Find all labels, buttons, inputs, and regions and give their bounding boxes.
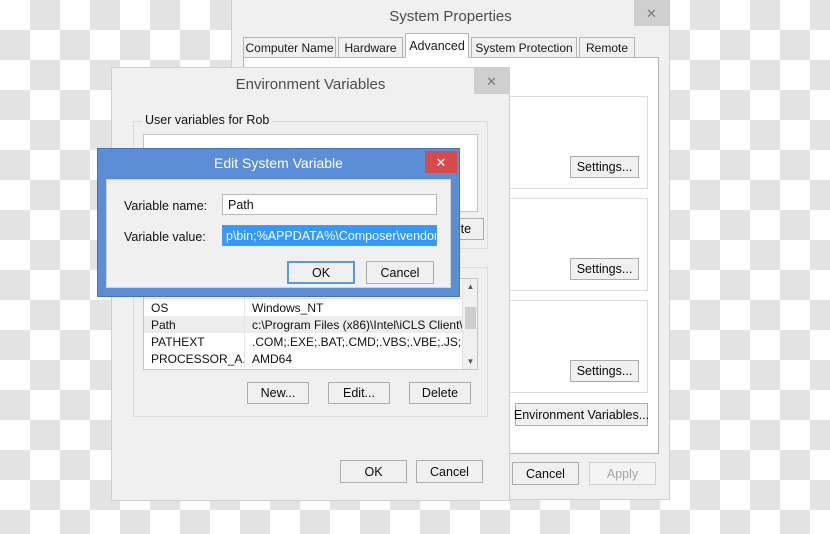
- cell-value: Windows_NT: [252, 300, 324, 315]
- edit-system-variable-window: Edit System Variable ✕ Variable name: Pa…: [97, 148, 460, 297]
- variable-value-input[interactable]: p\bin;%APPDATA%\Composer\vendor\bin: [222, 225, 437, 246]
- environment-variables-titlebar: Environment Variables ✕: [112, 68, 509, 101]
- system-properties-cancel-button[interactable]: Cancel: [512, 462, 579, 485]
- edit-variable-cancel-button[interactable]: Cancel: [366, 261, 434, 284]
- cell-variable: PROCESSOR_A...: [144, 350, 245, 367]
- table-row[interactable]: PATHEXT .COM;.EXE;.BAT;.CMD;.VBS;.VBE;.J…: [144, 333, 477, 350]
- system-properties-title: System Properties: [389, 8, 512, 25]
- variable-value-selected-text: p\bin;%APPDATA%\Composer\vendor\bin: [223, 226, 436, 245]
- tab-advanced[interactable]: Advanced: [405, 33, 469, 58]
- environment-variables-ok-button[interactable]: OK: [340, 460, 407, 483]
- cell-value: .COM;.EXE;.BAT;.CMD;.VBS;.VBE;.JS;....: [252, 334, 475, 349]
- table-row[interactable]: Path c:\Program Files (x86)\Intel\iCLS C…: [144, 316, 477, 333]
- system-properties-titlebar: System Properties ✕: [232, 0, 669, 33]
- tab-remote[interactable]: Remote: [579, 37, 635, 58]
- table-row[interactable]: PROCESSOR_A... AMD64: [144, 350, 477, 367]
- close-icon[interactable]: ✕: [634, 0, 669, 26]
- close-icon[interactable]: ✕: [425, 151, 457, 173]
- environment-variables-title: Environment Variables: [235, 76, 386, 93]
- edit-variable-ok-button[interactable]: OK: [287, 261, 355, 284]
- tab-system-protection[interactable]: System Protection: [471, 37, 577, 58]
- edit-system-variable-body: Variable name: Path Variable value: p\bi…: [106, 179, 451, 288]
- cell-variable: PATHEXT: [144, 333, 245, 350]
- cell-value: AMD64: [252, 351, 293, 366]
- edit-system-variable-title: Edit System Variable: [214, 155, 343, 171]
- cell-value: c:\Program Files (x86)\Intel\iCLS Client…: [252, 317, 473, 332]
- variable-name-input[interactable]: Path: [222, 194, 437, 215]
- chevron-down-icon[interactable]: ▼: [463, 354, 477, 369]
- edit-system-variable-titlebar: Edit System Variable ✕: [98, 149, 459, 179]
- environment-variables-cancel-button[interactable]: Cancel: [416, 460, 483, 483]
- system-delete-button[interactable]: Delete: [409, 382, 471, 404]
- startup-recovery-settings-button[interactable]: Settings...: [570, 360, 639, 382]
- performance-settings-button[interactable]: Settings...: [570, 156, 639, 178]
- user-profiles-settings-button[interactable]: Settings...: [570, 258, 639, 280]
- system-new-button[interactable]: New...: [247, 382, 309, 404]
- table-row[interactable]: OS Windows_NT: [144, 299, 477, 316]
- system-edit-button[interactable]: Edit...: [328, 382, 390, 404]
- tab-hardware[interactable]: Hardware: [338, 37, 403, 58]
- variable-name-label: Variable name:: [124, 199, 208, 213]
- system-properties-tabstrip: Computer Name Hardware Advanced System P…: [243, 33, 659, 58]
- cell-variable: OS: [144, 299, 245, 316]
- tab-computer-name[interactable]: Computer Name: [243, 37, 336, 58]
- scrollbar-thumb[interactable]: [465, 307, 476, 329]
- cell-variable: Path: [144, 316, 245, 333]
- chevron-up-icon[interactable]: ▲: [463, 279, 477, 294]
- system-properties-apply-button: Apply: [589, 462, 656, 485]
- system-variables-scrollbar[interactable]: ▲ ▼: [462, 279, 477, 369]
- user-variables-legend: User variables for Rob: [142, 113, 273, 127]
- close-icon[interactable]: ✕: [474, 68, 509, 94]
- environment-variables-button[interactable]: Environment Variables...: [514, 403, 649, 426]
- variable-value-label: Variable value:: [124, 230, 206, 244]
